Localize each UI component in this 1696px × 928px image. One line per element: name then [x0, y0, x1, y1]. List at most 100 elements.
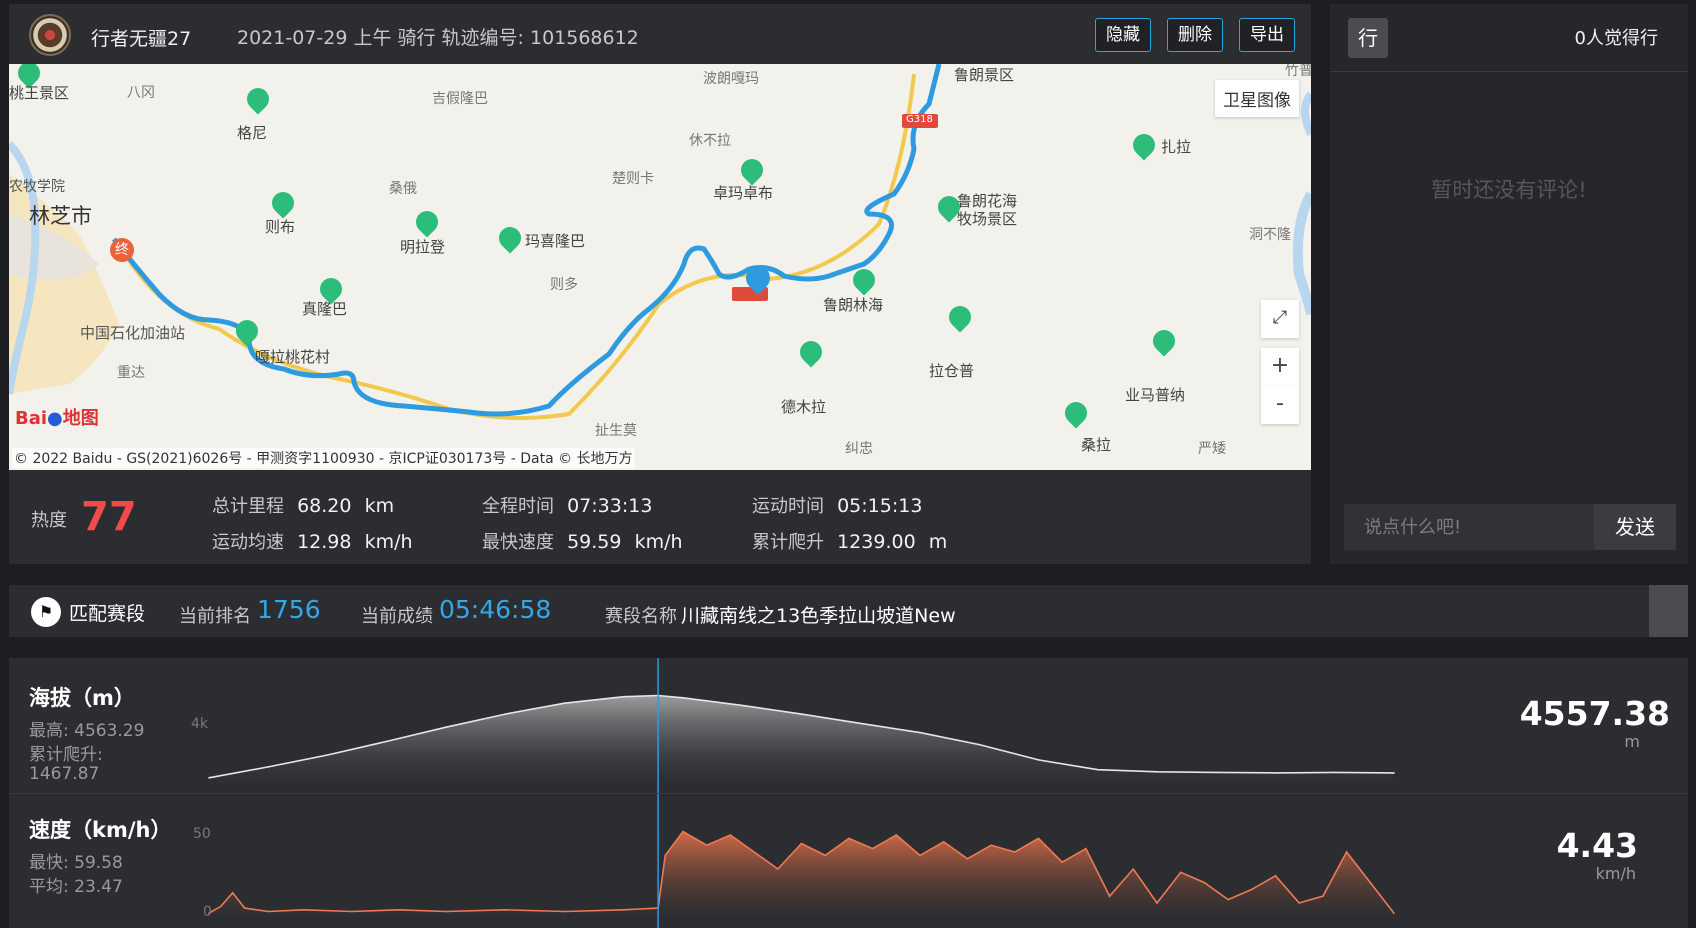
- ride-info: 2021-07-29 上午 骑行 轨迹编号: 101568612: [237, 27, 639, 49]
- map-canvas: [9, 64, 1311, 420]
- speed-point: [350, 910, 353, 913]
- segment-name-label: 赛段名称: [605, 606, 677, 627]
- stat-value: 1239.00: [837, 531, 916, 553]
- chart-divider: [9, 793, 1688, 794]
- hide-button[interactable]: 隐藏: [1095, 18, 1151, 52]
- speed-point: [729, 834, 732, 836]
- river-east: [1292, 191, 1311, 316]
- segment-name-link[interactable]: 川藏南线之13色季拉山坡道New: [681, 601, 956, 628]
- fullscreen-icon[interactable]: ⤢: [1261, 300, 1299, 338]
- speed-unit: km/h: [1595, 864, 1636, 883]
- map-label: 扎拉: [1161, 138, 1192, 156]
- altitude-point: [800, 713, 803, 715]
- stat-unit: km/h: [634, 531, 683, 553]
- speed-point: [1274, 875, 1277, 877]
- map-label: 洞不隆: [1249, 227, 1291, 243]
- map-copyright: © 2022 Baidu - GS(2021)6026号 - 甲测资字11009…: [12, 448, 635, 468]
- delete-button[interactable]: 删除: [1167, 18, 1223, 52]
- speed-point: [1108, 895, 1111, 897]
- speed-point: [623, 909, 625, 911]
- stat-value: 59.59: [567, 531, 622, 553]
- stat-value: 05:15:13: [837, 495, 923, 517]
- stat-avg-speed: 运动均速 12.98 km/h: [212, 528, 413, 554]
- altitude-tick: 4k: [191, 716, 209, 732]
- map-label: 鲁朗景区: [954, 66, 1015, 84]
- comment-input[interactable]: [1344, 504, 1594, 550]
- speed-point: [942, 841, 945, 843]
- map-label: 德木拉: [781, 398, 827, 416]
- segment-scrollbar[interactable]: [1649, 585, 1688, 637]
- speed-point: [682, 830, 684, 833]
- speed-point: [1369, 881, 1372, 884]
- map-label: 严矮: [1198, 441, 1226, 457]
- satellite-view-button[interactable]: 卫星图像: [1215, 80, 1299, 117]
- map-label: 玛喜隆巴: [525, 232, 586, 250]
- speed-point: [753, 851, 755, 853]
- comments-panel: 行 0人觉得行 暂时还没有评论! 发送: [1330, 4, 1688, 564]
- speed-point: [919, 854, 921, 857]
- zoom-out-button[interactable]: -: [1261, 386, 1299, 424]
- altitude-point: [978, 743, 981, 746]
- stat-value: 07:33:13: [567, 495, 653, 517]
- speed-current-value: 4.43: [1556, 826, 1638, 865]
- map-label: 波朗嘎玛: [703, 71, 759, 87]
- map-label: 业马普纳: [1125, 386, 1186, 404]
- zoom-in-button[interactable]: +: [1261, 348, 1299, 386]
- altitude-point: [326, 754, 329, 756]
- altitude-point: [267, 766, 270, 768]
- speed-point: [1251, 888, 1253, 891]
- matched-segment-bar: ⚑ 匹配赛段 当前排名 1756 当前成绩 05:46:58 赛段名称 川藏南线…: [9, 585, 1688, 637]
- baidu-map-logo: Bai●地图: [15, 408, 99, 429]
- altitude-point: [1156, 771, 1158, 773]
- altitude-point: [1334, 771, 1336, 774]
- stat-unit: km/h: [364, 531, 413, 553]
- map-label: 竹普: [1285, 64, 1311, 79]
- speed-point: [504, 909, 507, 911]
- speed-point: [267, 910, 270, 913]
- speed-point: [990, 844, 992, 846]
- speed-point: [1203, 881, 1206, 884]
- altitude-max: 最高: 4563.29: [29, 721, 145, 741]
- speed-point: [231, 892, 234, 894]
- map-label: 明拉登: [400, 238, 446, 256]
- speed-max: 最快: 59.58: [29, 853, 123, 873]
- speed-point: [705, 844, 708, 846]
- river-ne: [1301, 91, 1311, 136]
- speed-tick-top: 50: [193, 826, 211, 842]
- map-label: 扯生莫: [595, 423, 637, 439]
- altitude-climb-value: 1467.87: [29, 764, 100, 784]
- stat-unit: m: [928, 531, 948, 553]
- speed-point: [800, 842, 803, 845]
- speed-point: [303, 909, 305, 911]
- altitude-point: [860, 722, 862, 725]
- altitude-point: [1097, 768, 1099, 771]
- map-label: 中国石化加油站: [80, 324, 186, 342]
- speed-point: [824, 854, 826, 857]
- stat-label: 全程时间: [482, 496, 554, 517]
- map-label: 牧场景区: [957, 210, 1018, 228]
- end-marker[interactable]: 终: [110, 238, 134, 262]
- speed-point: [1345, 851, 1348, 853]
- user-avatar[interactable]: [29, 14, 71, 56]
- map-label: 真隆巴: [302, 300, 348, 318]
- map-label: 则布: [265, 218, 296, 236]
- route-map[interactable]: 终 桃王景区 八冈 吉假隆巴 波朗嘎玛 鲁朗景区 竹普 格尼 休不拉 扎拉 农牧…: [9, 64, 1311, 470]
- altitude-current-value: 4557.38: [1519, 694, 1670, 733]
- speed-point: [1156, 902, 1158, 904]
- speed-point: [563, 910, 566, 913]
- segment-icon: ⚑: [31, 597, 61, 627]
- altitude-point: [208, 777, 210, 779]
- stat-max-speed: 最快速度 59.59 km/h: [482, 528, 683, 554]
- send-button[interactable]: 发送: [1594, 504, 1676, 550]
- stat-elevation-gain: 累计爬升 1239.00 m: [752, 528, 947, 554]
- altitude-unit: m: [1624, 732, 1640, 751]
- username[interactable]: 行者无疆27: [91, 24, 191, 51]
- speed-title: 速度（km/h）: [29, 818, 172, 842]
- export-button[interactable]: 导出: [1239, 18, 1295, 52]
- rank-value: 1756: [257, 595, 321, 624]
- map-label: 农牧学院: [9, 179, 65, 195]
- speed-point: [1227, 898, 1229, 901]
- charts-panel: 海拔（m） 最高: 4563.29 累计爬升: 1467.87 4k 4557.…: [9, 658, 1688, 928]
- result-value: 05:46:58: [439, 595, 552, 624]
- like-button[interactable]: 行: [1348, 18, 1388, 58]
